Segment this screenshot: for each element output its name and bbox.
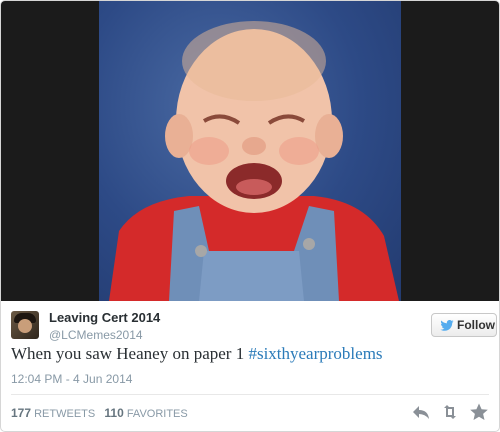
retweet-icon[interactable] <box>440 402 460 422</box>
tweet-timestamp[interactable]: 12:04 PM - 4 Jun 2014 <box>11 372 132 386</box>
follow-button[interactable]: Follow <box>431 313 497 337</box>
follow-label: Follow <box>457 318 495 332</box>
tweet-stats: 177 RETWEETS 110 FAVORITES <box>11 406 188 420</box>
photo-illustration <box>109 21 399 301</box>
embedded-tweet-card: Leaving Cert 2014 @LCMemes2014 Follow Wh… <box>0 0 500 432</box>
tweet-header: Leaving Cert 2014 @LCMemes2014 Follow <box>11 310 497 342</box>
favorites-label[interactable]: FAVORITES <box>127 408 188 420</box>
tweet-actions <box>411 402 491 422</box>
favorites-count[interactable]: 110 <box>104 406 123 420</box>
tweet-text-main: When you saw Heaney on paper 1 <box>11 344 249 363</box>
tweet-media[interactable] <box>1 1 499 301</box>
tweet-text: When you saw Heaney on paper 1 #sixthyea… <box>11 344 383 364</box>
divider <box>11 394 489 395</box>
avatar[interactable] <box>11 311 39 339</box>
reply-icon[interactable] <box>411 402 431 422</box>
star-icon[interactable] <box>469 402 489 422</box>
retweets-label[interactable]: RETWEETS <box>34 408 95 420</box>
hashtag-link[interactable]: #sixthyearproblems <box>248 344 382 363</box>
retweets-count[interactable]: 177 <box>11 406 31 420</box>
author-name[interactable]: Leaving Cert 2014 <box>49 310 160 325</box>
twitter-bird-icon <box>440 320 454 331</box>
crying-baby-photo[interactable] <box>99 1 401 301</box>
author-handle[interactable]: @LCMemes2014 <box>49 328 143 342</box>
